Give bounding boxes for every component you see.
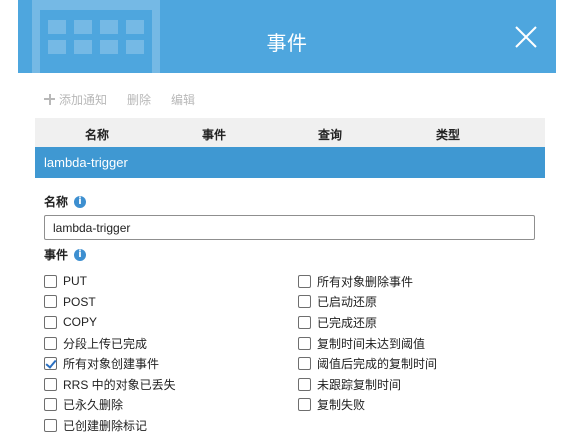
event-option[interactable]: 复制失败 xyxy=(298,395,437,416)
dialog-title: 事件 xyxy=(266,33,308,55)
checkbox-checked[interactable] xyxy=(44,357,57,371)
checkbox[interactable] xyxy=(44,274,57,288)
event-dialog: 事件 添加通知 删除 编辑 名称 事件 查询 类型 lambda-trigger… xyxy=(0,0,572,434)
events-label-text: 事件 xyxy=(44,248,69,262)
event-option[interactable]: 复制时间未达到阈值 xyxy=(298,333,437,354)
event-option-label: 复制时间未达到阈值 xyxy=(317,336,426,351)
event-option[interactable]: 已启动还原 xyxy=(298,292,437,313)
event-option-label: RRS 中的对象已丢失 xyxy=(63,377,176,392)
column-header-query: 查询 xyxy=(318,128,343,142)
event-option-label: 已启动还原 xyxy=(317,295,378,310)
event-option-label: POST xyxy=(63,294,96,309)
events-field-label: 事件 i xyxy=(44,246,87,263)
edit-button[interactable]: 编辑 xyxy=(171,91,195,108)
checkbox[interactable] xyxy=(298,315,311,329)
delete-label: 删除 xyxy=(127,92,152,107)
event-option[interactable]: 分段上传已完成 xyxy=(44,333,176,354)
event-option[interactable]: POST xyxy=(44,292,176,313)
event-option-label: 阈值后完成的复制时间 xyxy=(317,357,438,372)
edit-label: 编辑 xyxy=(171,92,196,107)
event-option[interactable]: PUT xyxy=(44,271,176,292)
events-checkbox-list-left: PUT POST COPY 分段上传已完成 所有对象创建事件 RRS 中的对象已… xyxy=(44,271,176,434)
event-option-label: 未跟踪复制时间 xyxy=(317,377,402,392)
name-input[interactable] xyxy=(44,215,535,240)
add-notification-button[interactable]: 添加通知 xyxy=(44,91,107,108)
event-option[interactable]: 未跟踪复制时间 xyxy=(298,374,437,395)
name-label-text: 名称 xyxy=(44,195,69,209)
event-option-label: 所有对象删除事件 xyxy=(317,274,414,289)
checkbox[interactable] xyxy=(44,295,57,309)
event-option[interactable]: 已创建删除标记 xyxy=(44,415,176,434)
checkbox[interactable] xyxy=(44,336,57,350)
close-button[interactable] xyxy=(514,25,538,49)
checkbox[interactable] xyxy=(298,295,311,309)
checkbox[interactable] xyxy=(298,274,311,288)
dialog-header: 事件 xyxy=(18,0,556,73)
column-header-type: 类型 xyxy=(436,128,461,142)
info-icon[interactable]: i xyxy=(74,195,87,208)
checkbox[interactable] xyxy=(44,377,57,391)
event-option[interactable]: RRS 中的对象已丢失 xyxy=(44,374,176,395)
checkbox[interactable] xyxy=(298,398,311,412)
table-cell-name: lambda-trigger xyxy=(44,155,128,170)
event-option[interactable]: 阈值后完成的复制时间 xyxy=(298,353,437,374)
event-option-label: COPY xyxy=(63,315,98,330)
delete-button[interactable]: 删除 xyxy=(127,91,151,108)
event-option-label: 分段上传已完成 xyxy=(63,336,148,351)
table-row[interactable]: lambda-trigger xyxy=(35,147,545,178)
checkbox[interactable] xyxy=(44,418,57,432)
event-option[interactable]: 所有对象删除事件 xyxy=(298,271,437,292)
event-option-label: 已创建删除标记 xyxy=(63,418,148,433)
event-option[interactable]: 所有对象创建事件 xyxy=(44,353,176,374)
event-option-label: 所有对象创建事件 xyxy=(63,357,160,372)
checkbox[interactable] xyxy=(298,336,311,350)
event-option-label: 已永久删除 xyxy=(63,398,124,413)
events-checkbox-list-right: 所有对象删除事件 已启动还原 已完成还原 复制时间未达到阈值 阈值后完成的复制时… xyxy=(298,271,437,415)
plus-icon xyxy=(44,93,55,105)
checkbox[interactable] xyxy=(298,377,311,391)
info-icon[interactable]: i xyxy=(74,248,87,261)
checkbox[interactable] xyxy=(298,357,311,371)
event-option-label: PUT xyxy=(63,274,87,289)
events-table-header: 名称 事件 查询 类型 xyxy=(35,118,545,147)
action-toolbar: 添加通知 删除 编辑 xyxy=(44,90,195,108)
event-option-label: 已完成还原 xyxy=(317,315,378,330)
add-notification-label: 添加通知 xyxy=(59,92,108,107)
name-field-label: 名称 i xyxy=(44,193,87,210)
checkbox[interactable] xyxy=(44,315,57,329)
event-option-label: 复制失败 xyxy=(317,398,366,413)
close-icon xyxy=(515,26,537,48)
event-option[interactable]: 已完成还原 xyxy=(298,312,437,333)
event-option[interactable]: COPY xyxy=(44,312,176,333)
checkbox[interactable] xyxy=(44,398,57,412)
column-header-event: 事件 xyxy=(202,128,227,142)
column-header-name: 名称 xyxy=(85,128,110,142)
event-option[interactable]: 已永久删除 xyxy=(44,395,176,416)
